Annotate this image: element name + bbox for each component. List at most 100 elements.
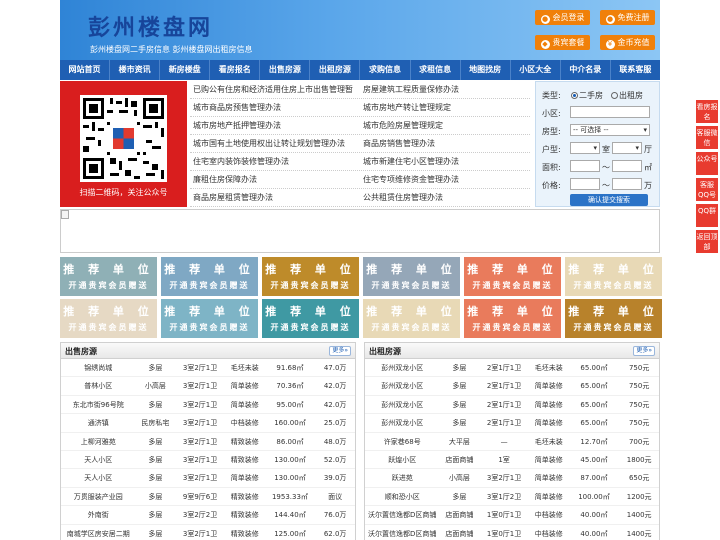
listing-name[interactable]: 彭州双龙小区 <box>365 414 440 431</box>
community-input[interactable] <box>570 106 650 118</box>
table-row[interactable]: 万贯服装产业园 多层 9室9厅6卫 精致装修 1953.33㎡ 面议 <box>61 488 355 507</box>
listing-name[interactable]: 锦绣尚城 <box>61 359 136 376</box>
recommend-tile[interactable]: 推 荐 单 位开通贵宾会员赠送 <box>161 257 258 296</box>
listing-name[interactable]: 上柳河雅苑 <box>61 433 136 450</box>
house-type-select[interactable]: -- 可选择 -- ▾ <box>570 124 650 136</box>
nav-for-sale[interactable]: 出售房源 <box>260 60 311 80</box>
news-link[interactable]: 城市国有土地使用权出让转让规划管理办法 <box>190 135 360 152</box>
table-row[interactable]: 外南街 多层 3室2厅2卫 精致装修 144.40㎡ 76.0万 <box>61 506 355 525</box>
listing-name[interactable]: 外南街 <box>61 506 136 523</box>
nav-for-rent[interactable]: 出租房源 <box>310 60 361 80</box>
nav-agents[interactable]: 中介名录 <box>561 60 611 80</box>
recommend-tile[interactable]: 推 荐 单 位开通贵宾会员赠送 <box>363 257 460 296</box>
nav-communities[interactable]: 小区大全 <box>511 60 561 80</box>
search-submit-button[interactable]: 确认提交搜索 <box>570 194 648 206</box>
login-button[interactable]: ● 会员登录 <box>535 10 590 25</box>
listing-name[interactable]: 顺和恐小区 <box>365 488 440 505</box>
table-row[interactable]: 顺和恐小区 多层 3室1厅2卫 简单装修 100.00㎡ 1200元 <box>365 488 659 507</box>
listing-name[interactable]: 万贯服装产业园 <box>61 488 136 505</box>
news-link[interactable]: 商品房屋租赁管理办法 <box>190 189 360 206</box>
side-viewing-signup[interactable]: 看房报名 <box>696 100 718 123</box>
recommend-tile[interactable]: 推 荐 单 位开通贵宾会员赠送 <box>464 299 561 338</box>
listing-name[interactable]: 许家巷68号 <box>365 433 440 450</box>
area-min-input[interactable] <box>570 160 600 172</box>
rent-more-link[interactable]: 更多» <box>633 346 655 356</box>
news-link[interactable]: 城市危险房屋管理规定 <box>360 117 530 134</box>
news-link[interactable]: 住宅专项维修资金管理办法 <box>360 171 530 188</box>
site-logo[interactable]: 彭州楼盘网 <box>88 10 213 42</box>
recommend-tile[interactable]: 推 荐 单 位开通贵宾会员赠送 <box>262 299 359 338</box>
listing-name[interactable]: 天人小区 <box>61 469 136 486</box>
nav-home[interactable]: 网站首页 <box>60 60 111 80</box>
table-row[interactable]: 天人小区 多层 3室2厅1卫 简单装修 130.00㎡ 39.0万 <box>61 469 355 488</box>
type-secondhand-radio[interactable]: 二手房 <box>571 90 603 101</box>
table-row[interactable]: 锦绣尚城 多层 3室2厅1卫 毛坯未装 91.68㎡ 47.0万 <box>61 359 355 378</box>
listing-name[interactable]: 沃尔置信逸都D区商铺 <box>365 525 440 540</box>
news-link[interactable]: 城市新建住宅小区管理办法 <box>360 153 530 170</box>
recharge-button[interactable]: ¥ 金币充值 <box>600 35 655 50</box>
listing-name[interactable]: 跃煌小区 <box>365 451 440 468</box>
table-row[interactable]: 彭州双龙小区 多层 2室1厅1卫 简单装修 65.00㎡ 750元 <box>365 396 659 415</box>
table-row[interactable]: 跃进苑 小高层 3室2厅1卫 简单装修 87.00㎡ 650元 <box>365 469 659 488</box>
table-row[interactable]: 许家巷68号 大平层 — 毛坯未装 12.70㎡ 700元 <box>365 433 659 451</box>
vip-package-button[interactable]: ◆ 贵宾套餐 <box>535 35 590 50</box>
news-link[interactable]: 城市房地产抵押管理办法 <box>190 117 360 134</box>
side-service-qq[interactable]: 客服QQ号 <box>696 178 718 201</box>
table-row[interactable]: 彭州双龙小区 多层 2室1厅1卫 简单装修 65.00㎡ 750元 <box>365 414 659 433</box>
nav-news[interactable]: 楼市资讯 <box>110 60 161 80</box>
recommend-tile[interactable]: 推 荐 单 位开通贵宾会员赠送 <box>161 299 258 338</box>
news-link[interactable]: 城市商品房预售管理办法 <box>190 99 360 116</box>
banner-image[interactable] <box>60 209 660 253</box>
area-max-input[interactable] <box>612 160 642 172</box>
listing-name[interactable]: 天人小区 <box>61 451 136 468</box>
news-link[interactable]: 廉租住房保障办法 <box>190 171 360 188</box>
side-service-wechat[interactable]: 客服微信 <box>696 126 718 149</box>
table-row[interactable]: 普林小区 小高层 3室2厅1卫 简单装修 70.36㎡ 42.0万 <box>61 377 355 396</box>
listing-name[interactable]: 东北市街96号院 <box>61 396 136 413</box>
table-row[interactable]: 通济镇 民房私宅 3室2厅1卫 中档装修 160.00㎡ 25.0万 <box>61 414 355 433</box>
price-min-input[interactable] <box>570 178 600 190</box>
table-row[interactable]: 东北市街96号院 多层 3室2厅1卫 简单装修 95.00㎡ 42.0万 <box>61 396 355 415</box>
listing-name[interactable]: 跃进苑 <box>365 469 440 486</box>
nav-map-search[interactable]: 地图找房 <box>461 60 511 80</box>
nav-wanted-buy[interactable]: 求购信息 <box>360 60 411 80</box>
recommend-tile[interactable]: 推 荐 单 位开通贵宾会员赠送 <box>60 257 157 296</box>
recommend-tile[interactable]: 推 荐 单 位开通贵宾会员赠送 <box>363 299 460 338</box>
listing-name[interactable]: 彭州双龙小区 <box>365 396 440 413</box>
type-rent-radio[interactable]: 出租房 <box>611 90 643 101</box>
room-select[interactable]: ▾ <box>570 142 600 154</box>
table-row[interactable]: 彭州双龙小区 多层 2室1厅1卫 毛坯未装 65.00㎡ 750元 <box>365 359 659 378</box>
listing-name[interactable]: 通济镇 <box>61 414 136 431</box>
table-row[interactable]: 沃尔置信逸都D区商铺 店面商铺 1室0厅1卫 中档装修 40.00㎡ 1400元 <box>365 525 659 540</box>
listing-name[interactable]: 彭州双龙小区 <box>365 359 440 376</box>
table-row[interactable]: 彭州双龙小区 多层 2室1厅1卫 简单装修 65.00㎡ 750元 <box>365 377 659 396</box>
news-link[interactable]: 公共租赁住房管理办法 <box>360 189 530 206</box>
listing-name[interactable]: 沃尔置信逸都D区商铺 <box>365 506 440 523</box>
listing-name[interactable]: 彭州双龙小区 <box>365 377 440 394</box>
nav-contact[interactable]: 联系客服 <box>611 60 660 80</box>
news-link[interactable]: 城市房地产转让管理规定 <box>360 99 530 116</box>
table-row[interactable]: 南城学区房安居二期 多层 3室2厅1卫 精致装修 125.00㎡ 62.0万 <box>61 525 355 540</box>
news-link[interactable]: 住宅室内装饰装修管理办法 <box>190 153 360 170</box>
nav-viewing-signup[interactable]: 看房报名 <box>210 60 261 80</box>
listing-name[interactable]: 普林小区 <box>61 377 136 394</box>
side-back-to-top[interactable]: 返回顶部 <box>696 230 718 253</box>
hall-select[interactable]: ▾ <box>612 142 642 154</box>
recommend-tile[interactable]: 推 荐 单 位开通贵宾会员赠送 <box>565 257 662 296</box>
side-qq-group[interactable]: QQ群 <box>696 204 718 227</box>
table-row[interactable]: 跃煌小区 店面商铺 1室 简单装修 45.00㎡ 1800元 <box>365 451 659 470</box>
recommend-tile[interactable]: 推 荐 单 位开通贵宾会员赠送 <box>60 299 157 338</box>
table-row[interactable]: 沃尔置信逸都D区商铺 店面商铺 1室0厅1卫 中档装修 40.00㎡ 1400元 <box>365 506 659 525</box>
recommend-tile[interactable]: 推 荐 单 位开通贵宾会员赠送 <box>262 257 359 296</box>
price-max-input[interactable] <box>612 178 642 190</box>
table-row[interactable]: 天人小区 多层 3室2厅1卫 精致装修 130.00㎡ 52.0万 <box>61 451 355 470</box>
recommend-tile[interactable]: 推 荐 单 位开通贵宾会员赠送 <box>565 299 662 338</box>
register-button[interactable]: ● 免费注册 <box>600 10 655 25</box>
recommend-tile[interactable]: 推 荐 单 位开通贵宾会员赠送 <box>464 257 561 296</box>
nav-new-homes[interactable]: 新房楼盘 <box>160 60 211 80</box>
listing-name[interactable]: 南城学区房安居二期 <box>61 525 136 540</box>
table-row[interactable]: 上柳河雅苑 多层 3室2厅1卫 精致装修 86.00㎡ 48.0万 <box>61 433 355 451</box>
sale-more-link[interactable]: 更多» <box>329 346 351 356</box>
news-link[interactable]: 商品房销售管理办法 <box>360 135 530 152</box>
nav-wanted-rent[interactable]: 求租信息 <box>411 60 461 80</box>
